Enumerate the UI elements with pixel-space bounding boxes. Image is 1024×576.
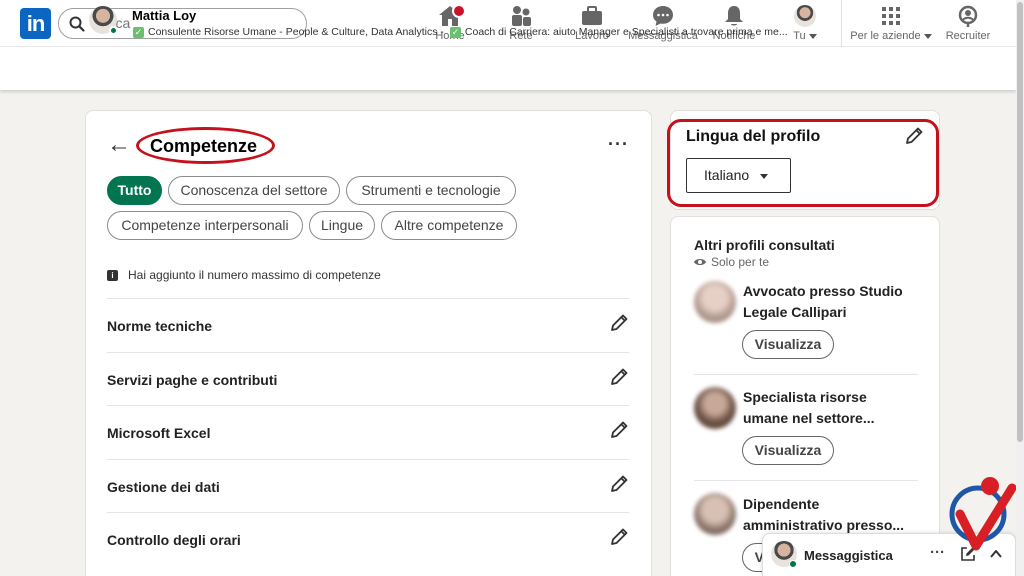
profile-strip: [0, 47, 1016, 90]
max-skills-notice: i Hai aggiunto il numero massimo di comp…: [107, 268, 381, 282]
caret-down-icon: [808, 33, 817, 39]
profile-photo[interactable]: [694, 493, 736, 535]
skill-name: Controllo degli orari: [107, 532, 241, 548]
annotation-highlight: [667, 119, 939, 207]
skill-name: Servizi paghe e contributi: [107, 372, 278, 388]
check-icon: ✓: [133, 26, 144, 38]
nav-business-label: Per le aziende: [850, 30, 921, 42]
edit-pencil-icon[interactable]: [609, 474, 629, 494]
bell-icon: [725, 6, 743, 26]
edit-pencil-icon[interactable]: [609, 367, 629, 387]
nav-notifications[interactable]: Notifiche: [711, 4, 757, 44]
headline-part-1: Consulente Risorse Umane - People & Cult…: [148, 26, 444, 38]
nav-network[interactable]: Rete: [503, 4, 539, 44]
nav-me[interactable]: Tu: [788, 4, 822, 44]
online-indicator: [789, 560, 797, 568]
nav-jobs[interactable]: Lavoro: [572, 4, 612, 44]
profile-title[interactable]: Specialista risorse umane nel settore...: [743, 387, 913, 429]
filter-other-skills[interactable]: Altre competenze: [381, 211, 517, 240]
filter-interpersonal-skills[interactable]: Competenze interpersonali: [107, 211, 303, 240]
filter-tools-technologies[interactable]: Strumenti e tecnologie: [346, 176, 516, 205]
chat-icon: [653, 6, 673, 26]
nav-me-label: Tu: [793, 30, 806, 42]
scrollbar-thumb[interactable]: [1017, 2, 1023, 442]
divider: [694, 374, 918, 375]
caret-down-icon: [923, 33, 932, 39]
notice-text: Hai aggiunto il numero massimo di compet…: [128, 268, 381, 282]
online-indicator: [109, 26, 118, 35]
visibility-note-text: Solo per te: [711, 255, 770, 269]
profile-title[interactable]: Dipendente amministrativo presso...: [743, 494, 913, 536]
profile-photo[interactable]: [694, 387, 736, 429]
filter-industry-knowledge[interactable]: Conoscenza del settore: [168, 176, 340, 205]
filter-languages[interactable]: Lingue: [309, 211, 375, 240]
briefcase-icon: [582, 6, 602, 25]
search-icon: [69, 16, 85, 32]
skill-row: Servizi paghe e contributi: [107, 352, 629, 405]
profile-headline: ✓ Consulente Risorse Umane - People & Cu…: [133, 26, 788, 38]
nav-recruiter[interactable]: Recruiter: [945, 4, 991, 44]
recruiter-icon: [958, 5, 978, 27]
skill-row: Microsoft Excel: [107, 405, 629, 458]
eye-icon: [694, 259, 706, 265]
skill-row: Gestione dei dati: [107, 459, 629, 512]
skill-name: Microsoft Excel: [107, 425, 211, 441]
avatar: [794, 5, 816, 27]
back-arrow-icon[interactable]: ←: [107, 133, 131, 157]
visibility-note: Solo per te: [693, 255, 769, 269]
network-icon: [512, 6, 531, 26]
skill-name: Gestione dei dati: [107, 479, 220, 495]
notification-badge: [452, 4, 466, 18]
filter-all[interactable]: Tutto: [107, 176, 162, 205]
edit-pencil-icon[interactable]: [609, 527, 629, 547]
info-icon: i: [107, 269, 118, 281]
profile-name[interactable]: Mattia Loy: [132, 8, 196, 23]
headline-part-2: Coach di Carriera: aiuto Manager e Speci…: [464, 26, 788, 38]
grid-icon: [882, 7, 900, 25]
profile-photo[interactable]: [694, 281, 736, 323]
nav-messaging[interactable]: Messaggistica: [628, 4, 698, 44]
more-options-icon[interactable]: ···: [608, 134, 629, 155]
messaging-label[interactable]: Messaggistica: [804, 548, 893, 563]
annotation-circle: [136, 127, 275, 164]
check-icon: ✓: [449, 26, 461, 38]
nav-recruiter-label: Recruiter: [945, 30, 991, 42]
skill-row: Controllo degli orari: [107, 512, 629, 565]
nav-divider: [841, 0, 842, 47]
skill-row: Norme tecniche: [107, 298, 629, 351]
edit-pencil-icon[interactable]: [609, 420, 629, 440]
skill-name: Norme tecniche: [107, 318, 213, 334]
page-scrollbar[interactable]: [1016, 0, 1024, 576]
view-profile-button[interactable]: Visualizza: [742, 436, 834, 465]
watermark-logo: [949, 477, 1017, 551]
edit-pencil-icon[interactable]: [609, 313, 629, 333]
profile-title[interactable]: Avvocato presso Studio Legale Callipari: [743, 281, 913, 323]
nav-business[interactable]: Per le aziende: [850, 4, 932, 44]
more-options-icon[interactable]: ···: [930, 544, 945, 561]
other-profiles-title: Altri profili consultati: [694, 237, 835, 253]
view-profile-button[interactable]: Visualizza: [742, 330, 834, 359]
divider: [694, 480, 918, 481]
linkedin-logo[interactable]: in: [20, 8, 51, 39]
